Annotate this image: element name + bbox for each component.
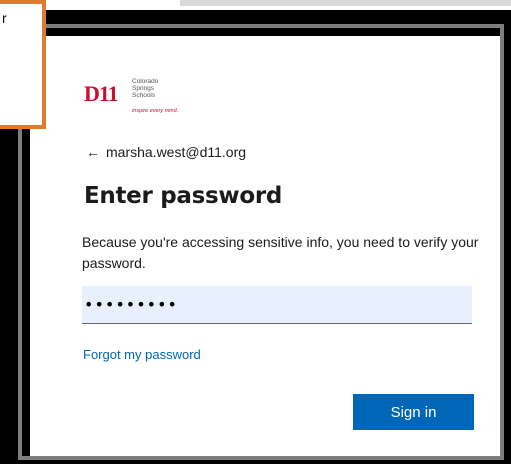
forgot-password-link[interactable]: Forgot my password — [83, 347, 201, 362]
callout-text: r — [2, 10, 7, 26]
password-value: ••••••••• — [84, 295, 178, 314]
password-input[interactable]: ••••••••• — [82, 286, 472, 324]
account-email: marsha.west@d11.org — [106, 144, 247, 160]
logo-tagline: inspire every mind. — [132, 108, 179, 114]
description-text: Because you're accessing sensitive info,… — [82, 234, 479, 271]
logo-mark: D11 — [84, 81, 119, 106]
sign-in-button[interactable]: Sign in — [353, 394, 474, 430]
page-title: Enter password — [84, 183, 283, 209]
logo-name-line2: Springs — [132, 85, 155, 92]
back-arrow-icon[interactable]: ← — [86, 144, 100, 160]
back-account-row[interactable]: ← marsha.west@d11.org — [86, 144, 246, 160]
logo-name-line1: Colorado — [132, 78, 159, 85]
org-logo: D11 Colorado Springs Schools inspire eve… — [84, 78, 194, 118]
logo-name-line3: Schools — [132, 92, 156, 99]
top-gray-strip — [180, 0, 511, 6]
logo-name: Colorado Springs Schools — [132, 78, 192, 99]
annotation-callout: r — [0, 0, 46, 129]
